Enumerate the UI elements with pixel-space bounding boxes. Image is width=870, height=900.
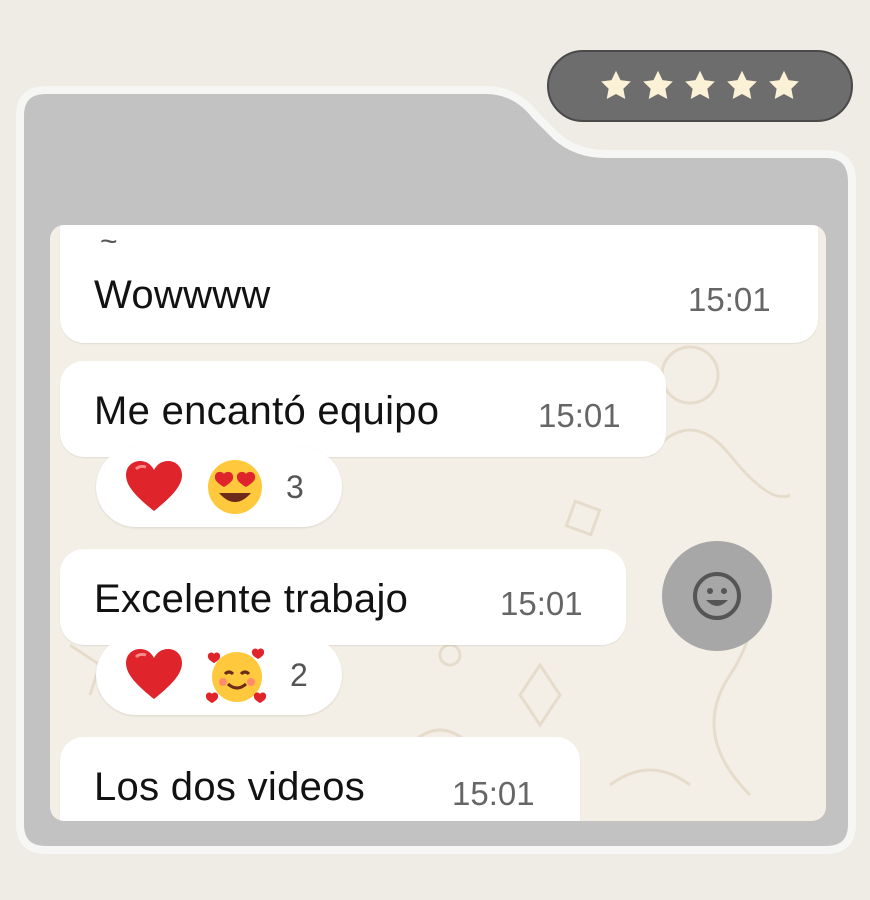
chat-panel[interactable]: ~ Wowwww 15:01 Me encantó equipo 15:01 3 — [50, 225, 826, 821]
emoji-react-button[interactable] — [662, 541, 772, 651]
red-heart-icon — [126, 649, 182, 699]
red-heart-icon — [126, 461, 182, 511]
heart-eyes-face-icon — [208, 460, 262, 514]
message-bubble[interactable]: Me encantó equipo 15:01 — [60, 361, 666, 457]
reaction-count: 3 — [286, 468, 304, 505]
message-text: Me encantó equipo — [94, 389, 440, 433]
folder-frame: ~ Wowwww 15:01 Me encantó equipo 15:01 3 — [16, 86, 856, 854]
message-time: 15:01 — [688, 281, 771, 318]
message-text: Los dos videos — [94, 765, 366, 809]
reaction-bar[interactable]: 3 — [96, 447, 342, 527]
message-bubble[interactable]: Excelente trabajo 15:01 — [60, 549, 626, 645]
smiley-icon — [693, 572, 741, 620]
message-time: 15:01 — [538, 397, 621, 434]
reaction-count: 2 — [290, 656, 308, 693]
smiling-face-with-hearts-icon — [206, 648, 267, 703]
message-bubble[interactable]: Los dos videos 15:01 — [60, 737, 580, 821]
message-text: Wowwww — [94, 273, 271, 317]
message-time: 15:01 — [500, 585, 583, 622]
message-time: 15:01 — [452, 775, 535, 812]
message-text: Excelente trabajo — [94, 577, 409, 621]
sender-name: ~ — [100, 225, 118, 258]
message-bubble[interactable]: ~ Wowwww 15:01 — [60, 225, 818, 343]
reaction-bar[interactable]: 2 — [96, 635, 342, 715]
